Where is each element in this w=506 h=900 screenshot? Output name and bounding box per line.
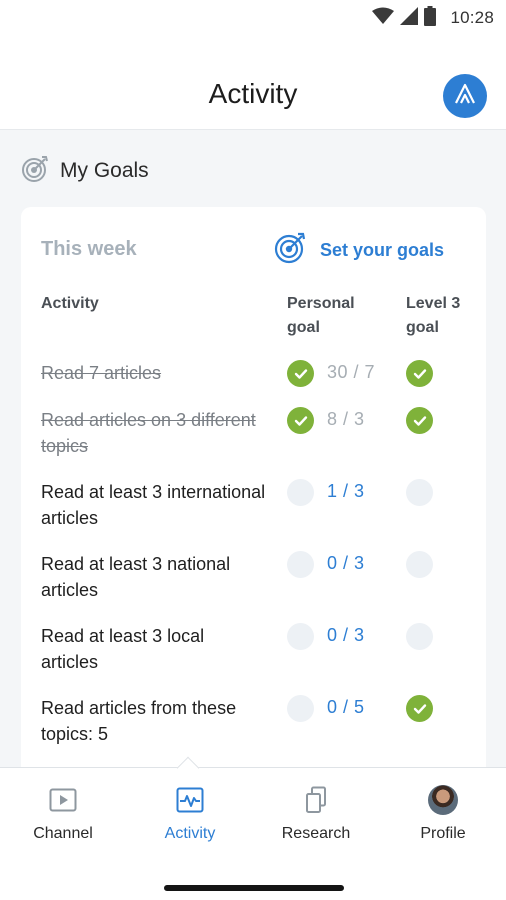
goal-progress: 1 / 3 bbox=[327, 481, 365, 501]
nav-item-profile[interactable]: Profile bbox=[380, 768, 506, 858]
nav-label: Profile bbox=[420, 825, 466, 842]
goal-progress: 0 / 3 bbox=[327, 625, 365, 645]
level-goal-status bbox=[406, 479, 433, 506]
personal-goal-status bbox=[287, 695, 314, 722]
nav-item-research[interactable]: Research bbox=[253, 768, 379, 858]
status-bar: 10:28 bbox=[0, 0, 506, 36]
nav-label: Activity bbox=[164, 825, 216, 842]
nav-label: Research bbox=[281, 825, 351, 842]
target-arrow-icon bbox=[274, 231, 308, 270]
level-goal-status bbox=[406, 623, 433, 650]
wifi-icon bbox=[372, 7, 395, 30]
goal-text: Read at least 3 international articles bbox=[41, 482, 266, 528]
documents-icon bbox=[300, 784, 332, 816]
personal-goal-status bbox=[287, 623, 314, 650]
personal-goal-status bbox=[287, 479, 314, 506]
level-goal-check-icon bbox=[406, 695, 433, 722]
week-label: This week bbox=[41, 238, 137, 260]
goals-card: This week Set your goals Activity Person… bbox=[21, 207, 486, 807]
set-goals-button[interactable]: Set your goals bbox=[274, 231, 444, 270]
goal-progress: 8 / 3 bbox=[327, 409, 365, 429]
goal-text: Read at least 3 local articles bbox=[41, 626, 205, 672]
level-goal-status bbox=[406, 551, 433, 578]
goal-text: Read at least 3 national articles bbox=[41, 554, 231, 600]
personal-goal-check-icon bbox=[287, 407, 314, 434]
target-icon bbox=[20, 154, 50, 189]
goal-progress: 30 / 7 bbox=[327, 362, 376, 382]
goal-progress: 0 / 3 bbox=[327, 553, 365, 573]
bottom-nav: Channel Activity Research Profile bbox=[0, 756, 506, 900]
page-title: Activity bbox=[208, 78, 298, 109]
set-goals-label: Set your goals bbox=[320, 240, 445, 260]
goal-text: Read articles on 3 different topics bbox=[41, 410, 256, 456]
activity-pulse-icon bbox=[174, 784, 206, 816]
personal-goal-check-icon bbox=[287, 360, 314, 387]
app-logo-button[interactable] bbox=[443, 74, 487, 118]
app-logo-icon bbox=[452, 81, 478, 112]
column-header-personal-goal: Personal goal bbox=[287, 295, 355, 336]
app-header: Activity bbox=[0, 36, 506, 130]
goal-progress: 0 / 5 bbox=[327, 697, 365, 717]
home-indicator[interactable] bbox=[164, 885, 344, 891]
nav-item-channel[interactable]: Channel bbox=[0, 768, 126, 858]
level-goal-check-icon bbox=[406, 360, 433, 387]
cell-signal-icon bbox=[400, 6, 419, 30]
section-title: My Goals bbox=[60, 159, 149, 182]
my-goals-heading: My Goals bbox=[20, 155, 149, 187]
personal-goal-status bbox=[287, 551, 314, 578]
profile-photo bbox=[427, 784, 459, 816]
column-header-activity: Activity bbox=[41, 295, 99, 312]
battery-icon bbox=[424, 5, 437, 31]
goal-text: Read articles from these topics: 5 bbox=[41, 698, 237, 744]
column-header-level-goal: Level 3 goal bbox=[406, 295, 461, 336]
nav-item-activity[interactable]: Activity bbox=[127, 768, 253, 858]
play-icon bbox=[47, 784, 79, 816]
nav-label: Channel bbox=[33, 825, 93, 842]
status-time: 10:28 bbox=[450, 8, 494, 27]
goal-text: Read 7 articles bbox=[41, 363, 162, 383]
level-goal-check-icon bbox=[406, 407, 433, 434]
